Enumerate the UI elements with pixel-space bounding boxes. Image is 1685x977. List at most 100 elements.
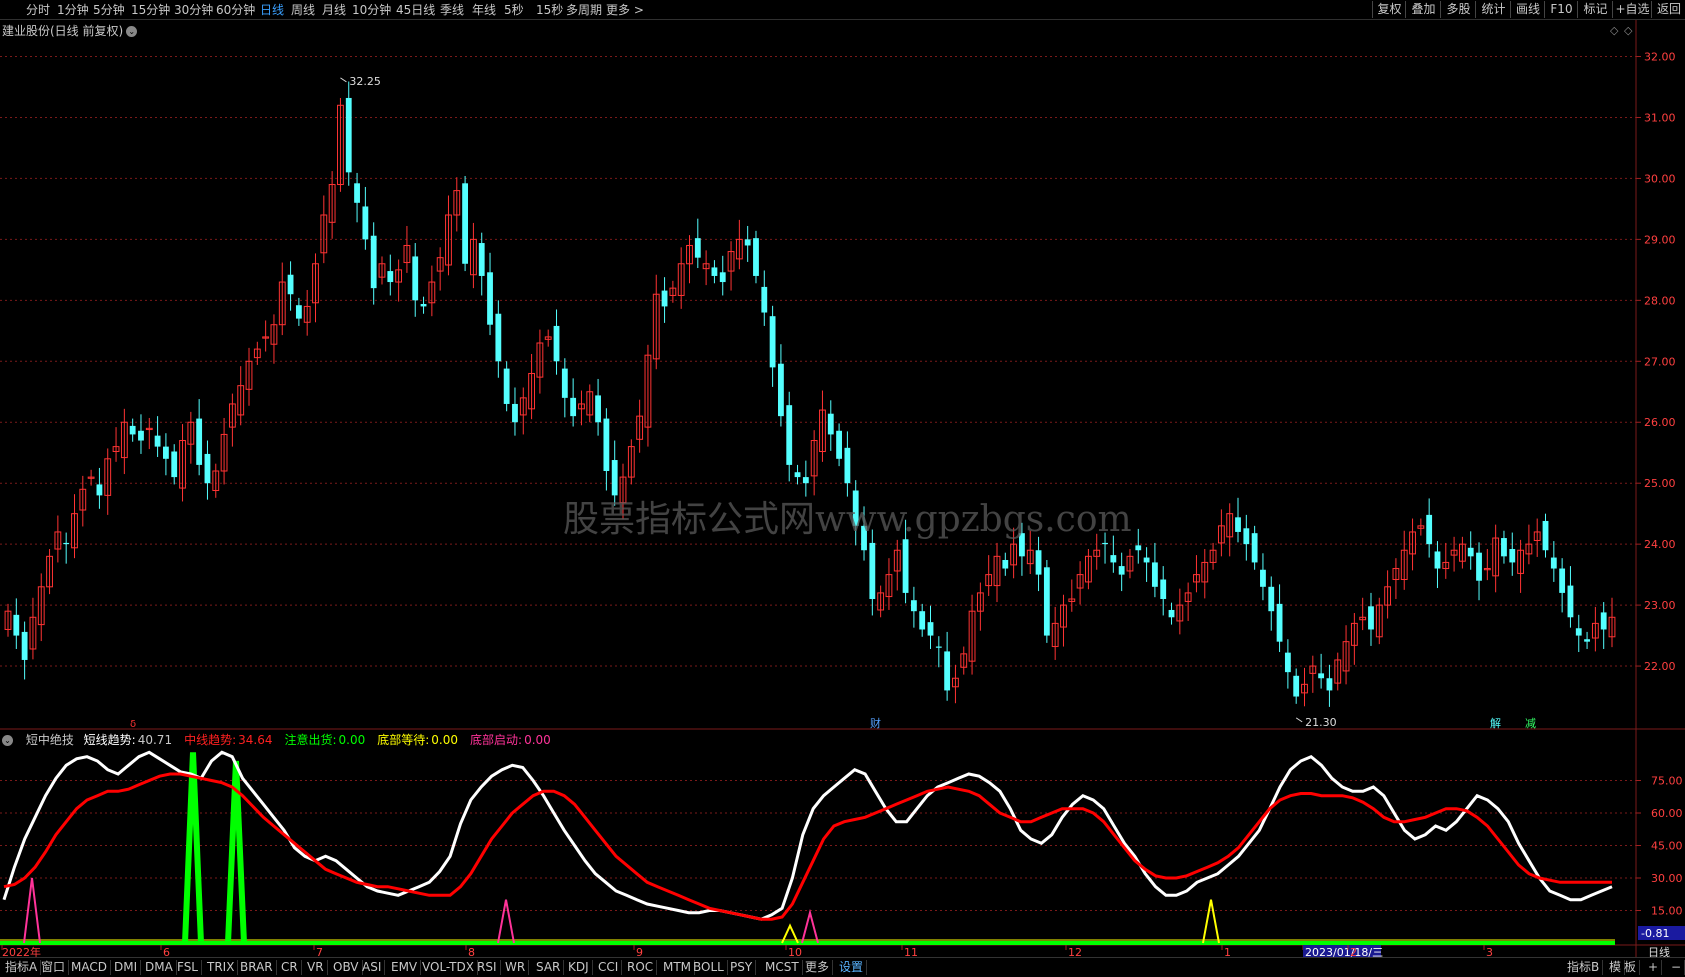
bottom-tab-15[interactable]: WR <box>502 960 530 975</box>
candle-body <box>503 368 510 404</box>
bottom-tab-0[interactable]: 指标A <box>2 960 42 975</box>
price-axis: 32.00 31.00 30.00 29.00 28.00 27.00 26.00 25.00… <box>1610 24 1676 673</box>
price-annotations: 32.25 21.30 财 解 减 δ <box>130 75 1536 730</box>
bottom-right-button-0[interactable]: 指标B <box>1564 960 1604 975</box>
candle-body <box>1260 569 1266 587</box>
period-tab-11[interactable]: 季线 <box>440 2 464 18</box>
bottom-right-button-4[interactable]: − <box>1668 960 1685 975</box>
toolbar-button-5[interactable]: F10 <box>1544 1 1578 18</box>
bottom-tab-3[interactable]: DMI <box>111 960 142 975</box>
bottom-tab-1[interactable]: 窗口 <box>38 960 70 975</box>
candle-body <box>1051 622 1059 648</box>
period-tab-14[interactable]: 15秒 <box>536 2 563 18</box>
price-tick-label: 23.00 <box>1644 599 1676 612</box>
candle-body <box>1060 604 1067 628</box>
bottom-tab-12[interactable]: EMV <box>388 960 422 975</box>
indicator-field-label: 中线趋势: <box>184 733 237 747</box>
bottom-tab-5[interactable]: FSL <box>174 960 202 975</box>
bottom-tab-8[interactable]: CR <box>278 960 302 975</box>
candle-body <box>445 214 452 266</box>
candle-body <box>378 263 386 278</box>
candle-body <box>1450 549 1458 556</box>
candle-body <box>1251 533 1258 563</box>
bottom-tab-6[interactable]: TRIX <box>204 960 239 975</box>
bottom-tab-2[interactable]: MACD <box>68 960 111 975</box>
period-tab-15[interactable]: 多周期 <box>566 2 602 18</box>
toolbar-button-2[interactable]: 多股 <box>1440 1 1476 18</box>
bottom-tab-17[interactable]: KDJ <box>565 960 593 975</box>
candle-body <box>87 476 95 479</box>
candle-body <box>145 427 153 431</box>
period-tab-6[interactable]: 日线 <box>260 2 284 18</box>
bottom-right-button-2[interactable]: 板 <box>1621 960 1641 975</box>
candle-body <box>927 622 934 636</box>
price-tick-label: 26.00 <box>1644 416 1676 429</box>
period-tab-0[interactable]: 分时 <box>26 2 50 18</box>
bottom-tab-9[interactable]: VR <box>304 960 328 975</box>
period-tab-7[interactable]: 周线 <box>291 2 315 18</box>
period-tab-13[interactable]: 5秒 <box>504 2 524 18</box>
candle-body <box>13 614 20 636</box>
bottom-tab-23[interactable]: MCST <box>762 960 803 975</box>
period-tab-5[interactable]: 60分钟 <box>216 2 255 18</box>
kline-chart[interactable]: 32.00 31.00 30.00 29.00 28.00 27.00 26.00 25.00… <box>0 0 1685 976</box>
candle-body <box>1143 557 1150 563</box>
toolbar-button-6[interactable]: 标记 <box>1577 1 1613 18</box>
bottom-tab-4[interactable]: DMA <box>142 960 177 975</box>
period-tab-16[interactable]: 更多 > <box>606 2 644 18</box>
bottom-right-button-3[interactable]: + <box>1645 960 1663 975</box>
bottom-tab-16[interactable]: SAR <box>533 960 565 975</box>
candle-body <box>893 549 901 572</box>
candle-body <box>470 238 477 276</box>
candle-body <box>1359 616 1367 621</box>
bottom-tab-25[interactable]: 设置 <box>836 960 868 975</box>
toolbar-button-0[interactable]: 复权 <box>1372 1 1406 18</box>
bottom-tab-24[interactable]: 更多 <box>802 960 834 975</box>
bottom-tab-10[interactable]: OBV <box>330 960 363 975</box>
candle-body <box>1110 555 1117 563</box>
chevron-down-icon[interactable]: ⌄ <box>2 735 13 746</box>
candle-body <box>1384 586 1392 606</box>
period-tab-9[interactable]: 10分钟 <box>352 2 391 18</box>
candle-body <box>71 513 78 549</box>
toolbar-button-7[interactable]: +自选 <box>1612 1 1652 18</box>
mid-trend-line <box>3 772 1612 921</box>
candle-body <box>1002 559 1009 569</box>
period-tab-10[interactable]: 45日线 <box>396 2 435 18</box>
period-tab-3[interactable]: 15分钟 <box>131 2 170 18</box>
toolbar-button-1[interactable]: 叠加 <box>1405 1 1441 18</box>
diamond-icon: ◇ <box>1624 24 1633 37</box>
chevron-down-icon[interactable]: ⌄ <box>126 26 138 37</box>
bottom-tab-7[interactable]: BRAR <box>237 960 277 975</box>
toolbar-button-4[interactable]: 画线 <box>1510 1 1545 18</box>
indicator-field-value: 0.00 <box>524 733 551 747</box>
period-tab-4[interactable]: 30分钟 <box>174 2 213 18</box>
candle-body <box>694 238 701 258</box>
period-toolbar: 分时 1分钟 5分钟 15分钟 30分钟 60分钟 日线 周线 月线 10分钟 45日线 季线 年线 5秒… <box>0 0 1685 20</box>
candle-body <box>1575 628 1582 636</box>
indicator-field-label: 短线趋势: <box>83 733 136 747</box>
period-tab-2[interactable]: 5分钟 <box>93 2 125 18</box>
bottom-tab-18[interactable]: CCI <box>595 960 623 975</box>
candle-body <box>727 251 735 272</box>
toolbar-button-3[interactable]: 统计 <box>1475 1 1511 18</box>
candle-body <box>919 611 926 630</box>
period-tab-1[interactable]: 1分钟 <box>57 2 89 18</box>
bottom-tab-14[interactable]: RSI <box>474 960 501 975</box>
bottom-tab-22[interactable]: PSY <box>727 960 757 975</box>
candle-body <box>1068 598 1076 602</box>
indicator-field-4: 底部启动: 0.00 <box>470 733 557 747</box>
period-tab-8[interactable]: 月线 <box>322 2 346 18</box>
toolbar-button-8[interactable]: 返回 <box>1651 1 1685 18</box>
candle-body <box>1035 550 1042 575</box>
period-tab-12[interactable]: 年线 <box>472 2 496 18</box>
indicator-field-1: 中线趋势: 34.64 <box>184 733 278 747</box>
bottom-tab-13[interactable]: VOL-TDX <box>419 960 478 975</box>
candle-body <box>1409 531 1416 555</box>
bottom-tab-21[interactable]: BOLL <box>690 960 728 975</box>
bottom-tab-11[interactable]: ASI <box>359 960 386 975</box>
candle-body <box>902 539 909 593</box>
bottom-tab-19[interactable]: ROC <box>624 960 658 975</box>
price-tick-label: 24.00 <box>1644 538 1676 551</box>
candle-body <box>1102 542 1108 545</box>
